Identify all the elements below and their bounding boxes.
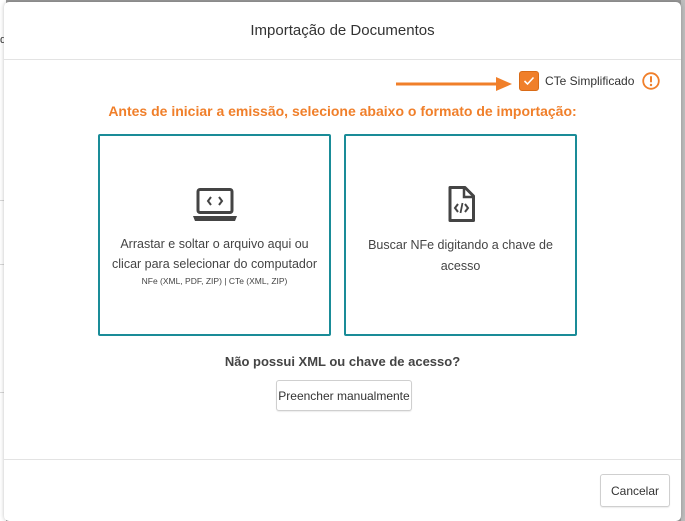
- import-documents-modal: Importação de Documentos CTe Simplificad…: [4, 2, 681, 521]
- modal-title: Importação de Documentos: [250, 22, 435, 39]
- laptop-code-icon: [192, 188, 237, 221]
- cancel-button[interactable]: Cancelar: [600, 474, 670, 507]
- pointer-arrow-icon: [396, 77, 512, 91]
- import-instruction-text: Antes de iniciar a emissão, selecione ab…: [108, 103, 577, 119]
- cte-simplificado-label: CTe Simplificado: [545, 74, 635, 88]
- upload-option-line2: clicar para selecionar do computador: [112, 257, 317, 271]
- search-by-key-option[interactable]: Buscar NFe digitando a chave de acesso: [344, 134, 577, 336]
- no-xml-question: Não possui XML ou chave de acesso?: [224, 354, 461, 369]
- upload-file-dropzone[interactable]: Arrastar e soltar o arquivo aqui ou clic…: [98, 134, 331, 336]
- modal-footer-divider: [4, 459, 681, 460]
- cte-simplificado-checkbox[interactable]: [519, 71, 539, 91]
- fill-manually-button[interactable]: Preencher manualmente: [276, 380, 412, 411]
- warning-info-icon[interactable]: [642, 72, 661, 90]
- key-option-line2: acesso: [440, 259, 481, 273]
- key-option-line1: Buscar NFe digitando a chave de: [368, 238, 553, 252]
- upload-formats-text: NFe (XML, PDF, ZIP) | CTe (XML, ZIP): [141, 276, 288, 286]
- file-code-icon: [448, 186, 475, 222]
- background-edge: [681, 0, 685, 521]
- checkmark-icon: [523, 76, 535, 86]
- modal-header: Importação de Documentos: [4, 2, 681, 60]
- upload-option-line1: Arrastar e soltar o arquivo aqui ou: [120, 237, 309, 251]
- cte-simplificado-row: CTe Simplificado: [519, 71, 661, 91]
